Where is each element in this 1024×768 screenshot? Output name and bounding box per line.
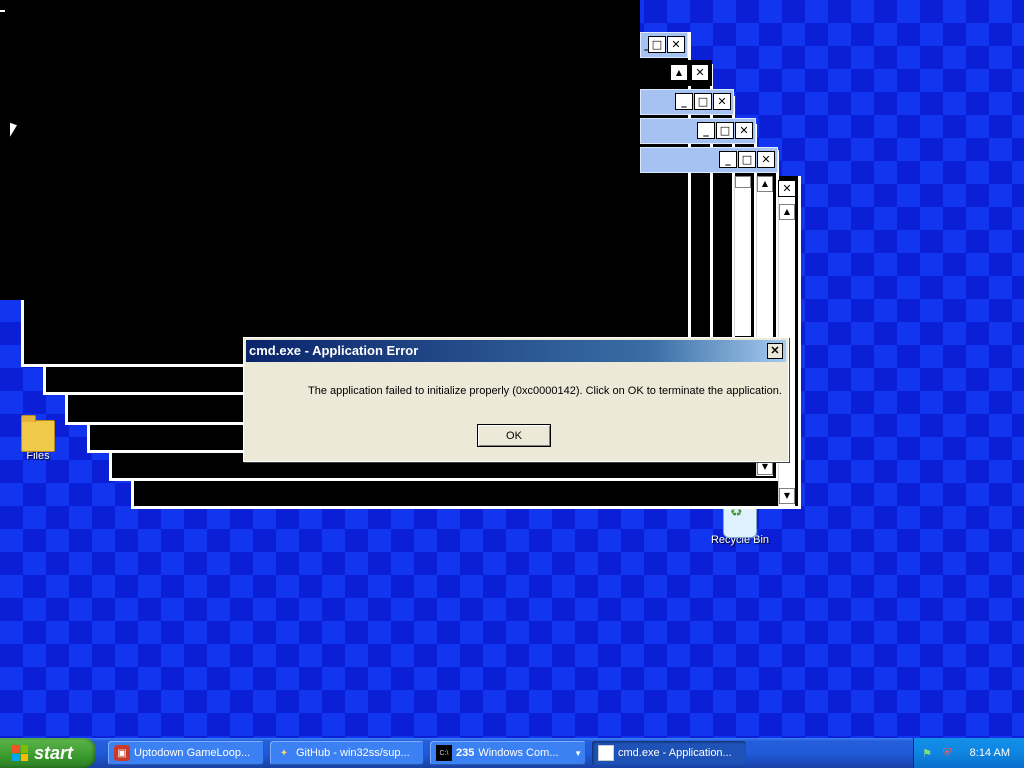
taskbar-item-label: Windows Com...	[478, 747, 559, 759]
chevron-down-icon: ▼	[574, 748, 582, 758]
close-button[interactable]: ✕	[691, 64, 709, 81]
window-icon	[598, 745, 614, 761]
security-shield-icon[interactable]: ⛨	[940, 746, 954, 760]
window-controls: _ □ ✕	[675, 93, 731, 110]
recycle-bin-icon	[723, 503, 757, 538]
window-controls: _ □ ✕	[719, 151, 775, 168]
clock[interactable]: 8:14 AM	[970, 747, 1010, 759]
maximize-button[interactable]: □	[694, 93, 712, 110]
windows-logo-icon	[12, 745, 28, 761]
taskbar-item-label: Uptodown GameLoop...	[134, 747, 251, 759]
text-cursor	[0, 10, 5, 12]
console-titlebar[interactable]: _ □ ✕	[640, 89, 734, 115]
maximize-button[interactable]: □	[716, 122, 734, 139]
close-button[interactable]: ✕	[767, 343, 783, 359]
console-titlebar[interactable]: _ □ ✕	[640, 147, 778, 173]
browser-icon: ✦	[279, 747, 289, 759]
window-controls: ▲ ✕	[670, 64, 709, 81]
close-button[interactable]: ✕	[757, 151, 775, 168]
system-tray: ⚑ ⛨ 8:14 AM	[913, 738, 1024, 768]
close-button[interactable]: ✕	[667, 36, 685, 53]
application-error-dialog[interactable]: cmd.exe - Application Error ✕ The applic…	[243, 337, 789, 462]
taskbar: start ▣ Uptodown GameLoop... ✦ GitHub - …	[0, 738, 1024, 768]
taskbar-item-cmd-error[interactable]: cmd.exe - Application...	[592, 741, 746, 765]
scroll-up-arrow[interactable]: ▲	[757, 176, 773, 192]
dialog-titlebar[interactable]: cmd.exe - Application Error ✕	[246, 340, 786, 362]
dialog-title: cmd.exe - Application Error	[249, 343, 419, 358]
network-icon[interactable]: ⚑	[920, 746, 934, 760]
taskbar-group-count: 235	[456, 747, 475, 759]
black-console-window[interactable]	[0, 0, 640, 300]
start-button[interactable]: start	[0, 738, 96, 768]
mouse-pointer-icon	[10, 122, 17, 140]
taskbar-item-label: GitHub - win32ss/sup...	[296, 747, 410, 759]
console-titlebar[interactable]: _ □ ✕	[640, 32, 688, 58]
console-titlebar[interactable]: ▲ ✕	[640, 60, 712, 86]
close-button[interactable]: ✕	[778, 180, 796, 197]
window-controls: _ □ ✕	[697, 122, 753, 139]
maximize-button[interactable]: □	[738, 151, 756, 168]
start-label: start	[34, 742, 74, 763]
desktop: Files Recycle Bin ▲ ▼ ▲ ▼ _ □ ✕ ▲ ✕ _	[0, 0, 1024, 738]
minimize-button[interactable]: _	[719, 151, 737, 168]
taskbar-group-windows-command[interactable]: C:\ 235 Windows Com... ▼	[430, 741, 586, 765]
folder-icon	[21, 415, 55, 452]
maximize-button[interactable]: □	[648, 36, 666, 53]
gameloop-icon: ▣	[114, 745, 130, 761]
minimize-button[interactable]: _	[675, 93, 693, 110]
taskbar-item-gameloop[interactable]: ▣ Uptodown GameLoop...	[108, 741, 264, 765]
scroll-up-arrow[interactable]: ▲	[670, 64, 688, 81]
vertical-scrollbar[interactable]	[734, 176, 751, 336]
window-controls: _ □ ✕	[644, 36, 685, 53]
dialog-message: The application failed to initialize pro…	[308, 385, 782, 397]
ok-button[interactable]: OK	[477, 424, 551, 447]
console-icon: C:\	[436, 745, 452, 761]
scroll-down-arrow[interactable]: ▼	[779, 488, 795, 504]
close-button[interactable]: ✕	[735, 122, 753, 139]
minimize-button[interactable]: _	[697, 122, 715, 139]
taskbar-item-github[interactable]: ✦ GitHub - win32ss/sup...	[270, 741, 424, 765]
taskbar-item-label: cmd.exe - Application...	[618, 747, 732, 759]
console-titlebar[interactable]: _ □ ✕	[640, 118, 756, 144]
close-button[interactable]: ✕	[713, 93, 731, 110]
scroll-up-arrow[interactable]	[735, 176, 751, 188]
scroll-up-arrow[interactable]: ▲	[779, 204, 795, 220]
